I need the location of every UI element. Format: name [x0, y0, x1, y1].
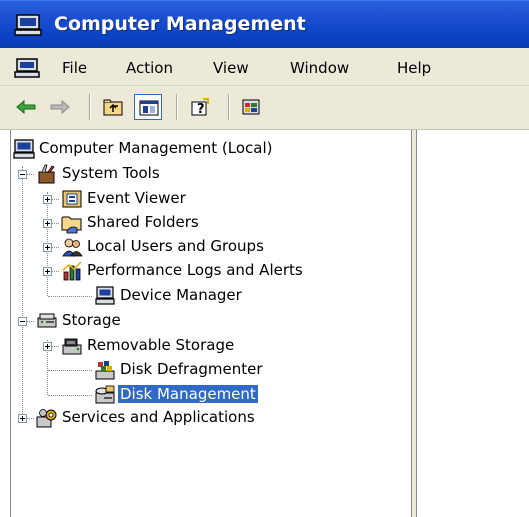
- defragmenter-icon: [95, 361, 115, 380]
- tree-item-label: Shared Folders: [87, 213, 199, 231]
- menu-bar: File Action View Window Help: [0, 48, 529, 86]
- menu-file[interactable]: File: [62, 59, 87, 77]
- console-tree[interactable]: Computer Management (Local) System Tools…: [10, 130, 412, 517]
- toolbar-separator: [176, 94, 178, 120]
- export-list-icon: [242, 99, 260, 115]
- removable-storage-icon: [62, 338, 82, 355]
- tree-line: [48, 395, 92, 396]
- back-arrow-icon: [16, 99, 36, 115]
- help-icon: ?: [191, 98, 209, 117]
- tree-line: [22, 166, 23, 418]
- menu-help[interactable]: Help: [397, 59, 431, 77]
- toolbar-separator: [89, 94, 91, 120]
- tree-item-label: Computer Management (Local): [39, 139, 273, 157]
- expand-storage-toggle[interactable]: [18, 317, 27, 326]
- show-hide-tree-icon: [139, 100, 159, 116]
- tree-item-label: Disk Defragmenter: [120, 360, 263, 378]
- forward-button[interactable]: [46, 94, 74, 120]
- tree-item-label: Device Manager: [120, 286, 242, 304]
- toolbar: ?: [0, 86, 529, 130]
- tree-item-label: Storage: [62, 311, 121, 329]
- storage-icon: [37, 313, 57, 328]
- back-button[interactable]: [12, 94, 40, 120]
- tree-item-label: Local Users and Groups: [87, 237, 264, 255]
- expand-removable-storage-toggle[interactable]: [43, 342, 52, 351]
- tree-item-label: Removable Storage: [87, 336, 235, 354]
- shared-folder-icon: [61, 216, 82, 234]
- show-hide-tree-button[interactable]: [134, 94, 162, 120]
- svg-text:?: ?: [197, 102, 205, 117]
- services-icon: [36, 409, 57, 428]
- up-one-level-button[interactable]: [99, 94, 127, 120]
- expand-performance-logs-toggle[interactable]: [43, 267, 52, 276]
- menu-window[interactable]: Window: [290, 59, 349, 77]
- performance-icon: [62, 261, 82, 281]
- tree-line: [48, 370, 92, 371]
- tree-line: [48, 296, 92, 297]
- tree-item-label: System Tools: [62, 164, 160, 182]
- expand-system-tools-toggle[interactable]: [18, 170, 27, 179]
- window-title: Computer Management: [54, 13, 306, 35]
- users-icon: [62, 238, 83, 257]
- title-bar[interactable]: Computer Management: [0, 0, 529, 48]
- event-viewer-icon: [62, 190, 82, 208]
- export-list-button[interactable]: [238, 94, 266, 120]
- computer-icon: [14, 14, 42, 36]
- tree-item-label: Event Viewer: [87, 189, 186, 207]
- help-button[interactable]: ?: [186, 94, 214, 120]
- tree-item-label: Disk Management: [118, 385, 258, 403]
- menu-action[interactable]: Action: [126, 59, 173, 77]
- menu-view[interactable]: View: [213, 59, 249, 77]
- computer-icon: [13, 139, 35, 159]
- forward-arrow-icon: [50, 99, 70, 115]
- expand-shared-folders-toggle[interactable]: [43, 219, 52, 228]
- tree-item-label: Performance Logs and Alerts: [87, 261, 303, 279]
- expand-event-viewer-toggle[interactable]: [43, 195, 52, 204]
- tools-icon: [38, 164, 55, 184]
- expand-services-toggle[interactable]: [18, 414, 27, 423]
- tree-item-label: Services and Applications: [62, 408, 255, 426]
- disk-management-icon: [95, 385, 115, 404]
- expand-local-users-toggle[interactable]: [43, 243, 52, 252]
- toolbar-separator: [228, 94, 230, 120]
- up-one-level-icon: [103, 99, 123, 116]
- device-manager-icon: [95, 286, 115, 305]
- system-menu-icon[interactable]: [14, 58, 40, 78]
- details-pane[interactable]: [416, 130, 529, 517]
